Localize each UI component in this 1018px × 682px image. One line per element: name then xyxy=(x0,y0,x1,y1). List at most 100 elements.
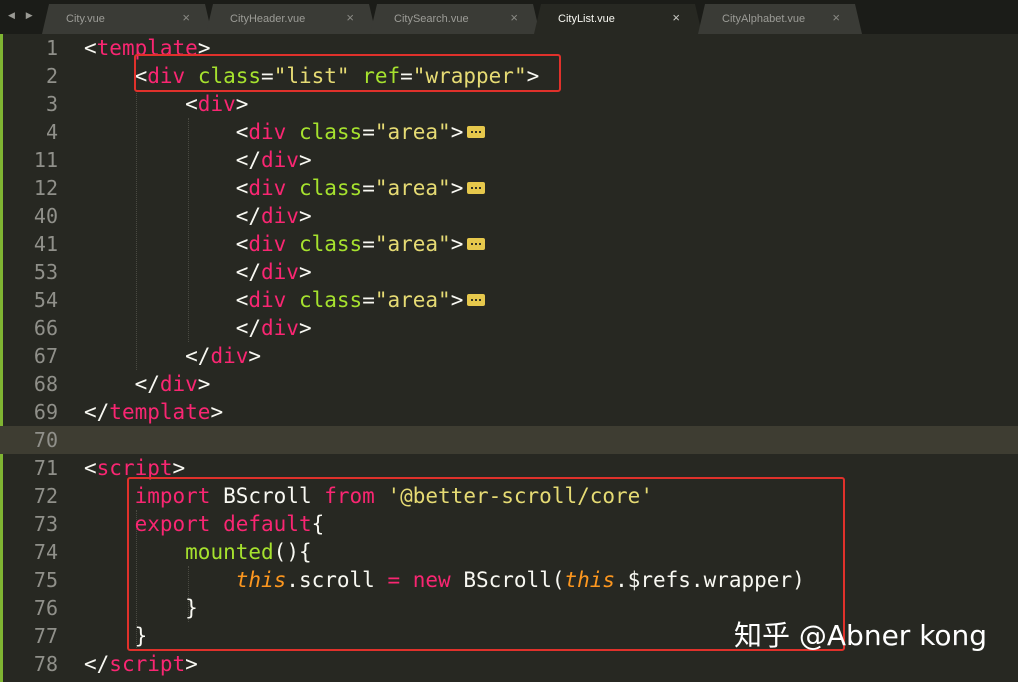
code-token: class xyxy=(298,176,363,200)
code-token: div xyxy=(197,92,236,116)
line-number: 66 xyxy=(33,316,58,340)
code-token: = xyxy=(362,232,375,256)
fold-ellipsis-icon[interactable] xyxy=(467,238,486,250)
code-token: < xyxy=(84,120,249,144)
tab-city[interactable]: City.vue × xyxy=(42,4,212,34)
close-icon[interactable]: × xyxy=(182,4,190,32)
fold-ellipsis-icon[interactable] xyxy=(467,126,486,138)
tab-cityheader[interactable]: CityHeader.vue × xyxy=(206,4,376,34)
code-token: > xyxy=(450,232,464,256)
code-line[interactable]: 69 </template> xyxy=(0,398,1018,426)
code-token: > xyxy=(298,204,312,228)
code-token: class xyxy=(298,232,363,256)
code-line[interactable]: 78 </script> xyxy=(0,650,1018,678)
code-line[interactable]: 67 </div> xyxy=(0,342,1018,370)
line-number: 69 xyxy=(33,400,58,424)
code-text: </div> xyxy=(84,258,312,286)
line-number: 72 xyxy=(33,484,58,508)
code-token: </ xyxy=(84,204,262,228)
close-icon[interactable]: × xyxy=(672,4,680,32)
code-token: div xyxy=(261,204,299,228)
tab-citysearch[interactable]: CitySearch.vue × xyxy=(370,4,540,34)
close-icon[interactable]: × xyxy=(832,4,840,32)
line-number: 1 xyxy=(45,36,58,60)
tab-citylist[interactable]: CityList.vue × xyxy=(534,4,702,34)
code-line[interactable]: 53 </div> xyxy=(0,258,1018,286)
code-token: > xyxy=(185,652,198,676)
code-line[interactable]: 66 </div> xyxy=(0,314,1018,342)
code-line[interactable]: 12 <div class="area"> xyxy=(0,174,1018,202)
code-token: class xyxy=(298,120,363,144)
code-token: "area" xyxy=(374,232,451,256)
code-token: > xyxy=(248,344,262,368)
tab-title: City.vue xyxy=(66,13,105,25)
tab-title: CityAlphabet.vue xyxy=(722,13,806,25)
code-token: > xyxy=(298,316,312,340)
code-token: > xyxy=(210,400,224,424)
line-number: 75 xyxy=(33,568,58,592)
code-line[interactable]: 68 </div> xyxy=(0,370,1018,398)
line-number: 74 xyxy=(33,540,58,564)
code-token: div xyxy=(210,344,249,368)
code-token: > xyxy=(197,372,211,396)
fold-ellipsis-icon[interactable] xyxy=(467,294,486,306)
fold-ellipsis-icon[interactable] xyxy=(467,182,486,194)
code-text: </template> xyxy=(84,398,223,426)
code-text: <div class="area"> xyxy=(84,174,486,202)
code-token: script xyxy=(109,652,186,676)
code-line[interactable]: 4 <div class="area"> xyxy=(0,118,1018,146)
line-number: 71 xyxy=(33,456,58,480)
close-icon[interactable]: × xyxy=(510,4,518,32)
code-token: </ xyxy=(84,344,211,368)
tab-title: CitySearch.vue xyxy=(394,13,469,25)
code-line[interactable]: 3 <div> xyxy=(0,90,1018,118)
line-number: 3 xyxy=(45,92,58,116)
line-number: 41 xyxy=(33,232,58,256)
code-token: </ xyxy=(84,260,262,284)
code-token: div xyxy=(261,260,299,284)
code-text: </div> xyxy=(84,370,211,398)
code-token: = xyxy=(362,176,375,200)
code-text: <div class="area"> xyxy=(84,286,486,314)
code-token: > xyxy=(450,176,464,200)
tab-title: CityHeader.vue xyxy=(230,13,306,25)
code-token: < xyxy=(84,176,249,200)
close-icon[interactable]: × xyxy=(346,4,354,32)
code-token: < xyxy=(84,92,198,116)
line-number: 67 xyxy=(33,344,58,368)
code-line[interactable]: 41 <div class="area"> xyxy=(0,230,1018,258)
code-token: "area" xyxy=(374,176,451,200)
code-token: div xyxy=(248,120,287,144)
line-number: 76 xyxy=(33,596,58,620)
tab-bar: ◀ ▶ City.vue × CityHeader.vue × CitySearch.v… xyxy=(0,0,1018,34)
code-token: < xyxy=(84,232,249,256)
code-token: "area" xyxy=(374,120,451,144)
code-token: div xyxy=(261,148,299,172)
code-line[interactable]: 11 </div> xyxy=(0,146,1018,174)
code-token: template xyxy=(109,400,211,424)
tab-cityalphabet[interactable]: CityAlphabet.vue × xyxy=(698,4,862,34)
code-token: "area" xyxy=(374,288,451,312)
code-token: < xyxy=(84,288,249,312)
code-token: div xyxy=(159,372,198,396)
code-token: < xyxy=(84,36,97,60)
line-number: 68 xyxy=(33,372,58,396)
line-number: 73 xyxy=(33,512,58,536)
code-editor[interactable]: 1 <template> 2 <div class="list" ref="wrap… xyxy=(0,34,1018,682)
code-line[interactable]: 54 <div class="area"> xyxy=(0,286,1018,314)
line-number: 2 xyxy=(45,64,58,88)
code-text: </div> xyxy=(84,314,312,342)
line-number: 77 xyxy=(33,624,58,648)
code-token: class xyxy=(298,288,363,312)
code-line[interactable]: 70 xyxy=(0,426,1018,454)
code-token: > xyxy=(450,288,464,312)
code-text: </div> xyxy=(84,146,312,174)
tab-nav-arrows[interactable]: ◀ ▶ xyxy=(8,8,38,24)
code-text: <div> xyxy=(84,90,248,118)
code-text: </script> xyxy=(84,650,198,678)
code-line[interactable]: 40 </div> xyxy=(0,202,1018,230)
code-token: </ xyxy=(84,372,160,396)
